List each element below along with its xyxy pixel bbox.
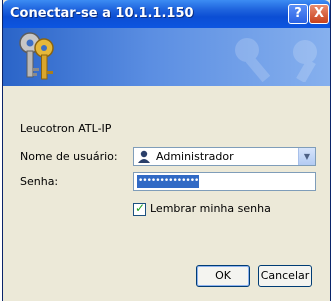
username-combobox[interactable]: Administrador ▼ xyxy=(133,147,316,166)
banner-key-watermark-icon-2 xyxy=(293,40,317,82)
password-label: Senha: xyxy=(20,175,59,188)
remember-password-label[interactable]: Lembrar minha senha xyxy=(150,202,271,215)
help-button[interactable]: ? xyxy=(288,4,308,24)
keys-icon xyxy=(19,32,54,80)
banner-key-watermark-icon xyxy=(235,38,271,82)
checkmark-icon: ✓ xyxy=(135,201,146,215)
username-value: Administrador xyxy=(156,150,234,163)
close-button[interactable]: X xyxy=(309,4,329,24)
realm-label: Leucotron ATL-IP xyxy=(20,122,112,135)
dialog-banner xyxy=(3,28,330,86)
remember-password-checkbox[interactable]: ✓ xyxy=(133,201,146,216)
ok-button[interactable]: OK xyxy=(196,265,250,287)
username-label: Nome de usuário: xyxy=(20,150,118,163)
title-bar[interactable]: Conectar-se a 10.1.1.150 ? X xyxy=(3,0,330,28)
password-value: •••••••••••••• xyxy=(137,175,199,188)
user-icon xyxy=(138,150,150,163)
cancel-button[interactable]: Cancelar xyxy=(258,265,312,287)
chevron-down-icon[interactable]: ▼ xyxy=(298,148,315,165)
window-title: Conectar-se a 10.1.1.150 xyxy=(10,6,194,21)
password-field[interactable]: •••••••••••••• xyxy=(133,172,316,191)
login-dialog: Conectar-se a 10.1.1.150 ? X Leucotron A… xyxy=(2,0,331,301)
